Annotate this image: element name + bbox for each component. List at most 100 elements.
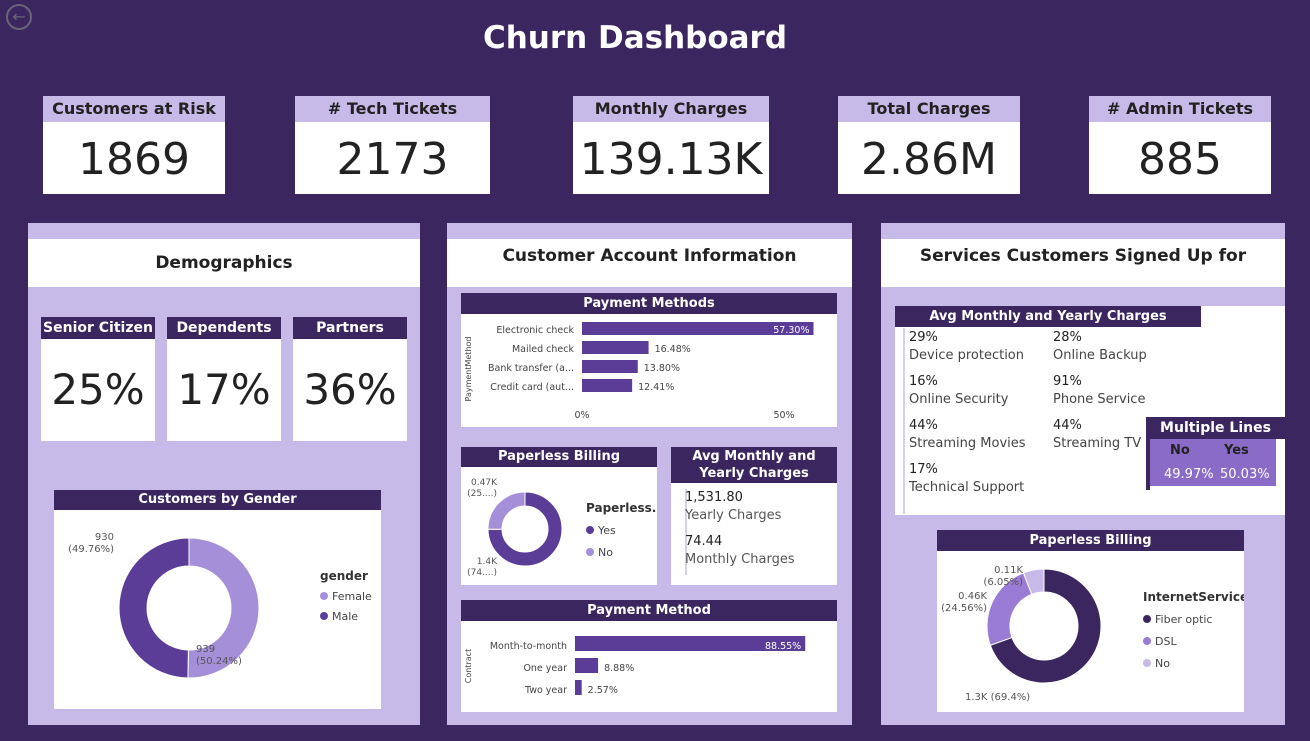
dashboard-title: Churn Dashboard bbox=[482, 20, 788, 56]
partners-card: Partners 36% bbox=[293, 317, 407, 441]
slice-label: 930 (49.76%) bbox=[68, 532, 114, 555]
legend-title: Paperless... bbox=[586, 501, 657, 515]
service-item: 44% Streaming TV bbox=[1053, 417, 1141, 453]
bar-category-label: Electronic check bbox=[496, 325, 574, 336]
service-name: Technical Support bbox=[909, 480, 1025, 495]
service-name: Streaming TV bbox=[1053, 436, 1142, 451]
card-title: Avg Monthly and Yearly Charges bbox=[671, 447, 837, 483]
bar-value-label: 2.57% bbox=[588, 685, 618, 696]
legend-title: gender bbox=[320, 569, 368, 583]
legend-label: Female bbox=[332, 590, 372, 603]
service-name: Phone Service bbox=[1053, 392, 1146, 407]
card-label: Senior Citizen bbox=[41, 317, 155, 339]
service-name: Streaming Movies bbox=[909, 436, 1026, 451]
dependents-card: Dependents 17% bbox=[167, 317, 281, 441]
payment-methods-bar-chart: Electronic check 57.30% Mailed check 16.48%… bbox=[464, 322, 814, 421]
service-pct: 91% bbox=[1053, 374, 1082, 389]
kpi-label: # Tech Tickets bbox=[295, 96, 490, 122]
service-item: 16% Online Security bbox=[909, 373, 1008, 409]
bar-value-label: 13.80% bbox=[644, 363, 680, 374]
bar-category-label: Two year bbox=[524, 685, 567, 696]
legend-label: Yes bbox=[597, 524, 616, 537]
card-label: Partners bbox=[293, 317, 407, 339]
bar-value-label: 88.55% bbox=[765, 641, 801, 652]
kpi-total-charges: Total Charges 2.86M bbox=[838, 96, 1020, 194]
legend-marker bbox=[1143, 615, 1151, 623]
panel-title: Services Customers Signed Up for bbox=[881, 239, 1285, 287]
chart-title: Payment Methods bbox=[461, 293, 837, 314]
service-item: 91% Phone Service bbox=[1053, 373, 1145, 409]
monthly-label: Monthly Charges bbox=[685, 552, 795, 567]
service-item: 44% Streaming Movies bbox=[909, 417, 1026, 453]
service-pct: 28% bbox=[1053, 330, 1082, 345]
table-header: Yes bbox=[1224, 443, 1249, 458]
internet-service-donut-chart: 1.3K (69.4%) 0.46K (24.56%) 0.11K (6.05%) Int… bbox=[941, 565, 1244, 703]
slice-label: 0.47K (25....) bbox=[467, 478, 498, 499]
table-header: No bbox=[1170, 443, 1190, 458]
legend-marker bbox=[1143, 659, 1151, 667]
bar-value-label: 12.41% bbox=[638, 382, 674, 393]
legend-label: No bbox=[1155, 657, 1170, 670]
table-header-row: No Yes bbox=[1150, 439, 1276, 464]
kpi-admin-tickets: # Admin Tickets 885 bbox=[1089, 96, 1271, 194]
services-panel: Services Customers Signed Up for Avg Mon… bbox=[881, 223, 1285, 725]
kpi-value: 2173 bbox=[336, 134, 449, 185]
y-axis-label: Contract bbox=[464, 649, 473, 683]
bar-category-label: Month-to-month bbox=[490, 641, 567, 652]
yearly-value: 1,531.80 bbox=[685, 490, 743, 505]
paperless-billing-card: Paperless Billing 1.4K (74....) 0.47K (25..… bbox=[461, 447, 657, 585]
kpi-value: 139.13K bbox=[579, 134, 763, 185]
service-name: Online Backup bbox=[1053, 348, 1147, 363]
x-tick-label: 0% bbox=[574, 410, 589, 421]
service-name: Device protection bbox=[909, 348, 1025, 363]
internet-service-card: Paperless Billing 1.3K (69.4%) 0.46K (24.5… bbox=[937, 530, 1244, 712]
legend-marker bbox=[320, 592, 328, 600]
card-value: 36% bbox=[303, 365, 397, 414]
kpi-label: Customers at Risk bbox=[43, 96, 225, 122]
card-value: 25% bbox=[51, 365, 145, 414]
service-name: Online Security bbox=[909, 392, 1009, 407]
contract-bar-chart: Month-to-month 88.55% One year 8.88% Two yea… bbox=[464, 636, 806, 696]
service-pct: 44% bbox=[1053, 418, 1082, 433]
kpi-label: Monthly Charges bbox=[573, 96, 769, 122]
bar bbox=[575, 680, 582, 695]
table-title: Multiple Lines bbox=[1146, 417, 1285, 439]
table-row: 49.97% 50.03% bbox=[1150, 464, 1276, 486]
gender-donut-chart: 939 (50.24%)930 (49.76%)genderFemaleMale bbox=[68, 532, 372, 679]
chart-title: Paperless Billing bbox=[937, 530, 1244, 551]
divider bbox=[903, 328, 905, 514]
contract-card: Payment Method Month-to-month 88.55% One y… bbox=[461, 600, 837, 712]
legend-marker bbox=[1143, 637, 1151, 645]
bar bbox=[582, 341, 649, 354]
kpi-label: # Admin Tickets bbox=[1089, 96, 1271, 122]
legend-label: DSL bbox=[1155, 635, 1177, 648]
senior-citizen-card: Senior Citizen 25% bbox=[41, 317, 155, 441]
account-avg-charges-card: Avg Monthly and Yearly Charges 1,531.80 … bbox=[671, 447, 837, 585]
legend-marker bbox=[586, 548, 594, 556]
legend-label: Male bbox=[332, 610, 358, 623]
kpi-value: 2.86M bbox=[861, 134, 997, 185]
bar-category-label: Bank transfer (a... bbox=[488, 363, 574, 374]
legend-label: Fiber optic bbox=[1155, 613, 1212, 626]
slice-label: 0.11K (6.05%) bbox=[983, 565, 1023, 588]
slice-label: 1.3K (69.4%) bbox=[965, 692, 1030, 703]
gender-chart-card: Customers by Gender 939 (50.24%) 930 (49.76… bbox=[54, 490, 381, 709]
x-tick-label: 50% bbox=[773, 410, 794, 421]
monthly-value: 74.44 bbox=[685, 534, 723, 549]
slice-label: 0.46K (24.56%) bbox=[941, 591, 987, 614]
card-value: 17% bbox=[177, 365, 271, 414]
legend-label: No bbox=[598, 546, 613, 559]
kpi-value: 1869 bbox=[78, 134, 190, 185]
bar-value-label: 16.48% bbox=[655, 344, 691, 355]
card-title: Avg Monthly and Yearly Charges bbox=[895, 306, 1201, 327]
bar-value-label: 8.88% bbox=[604, 663, 634, 674]
chart-title: Payment Method bbox=[461, 600, 837, 621]
bar bbox=[575, 658, 599, 673]
panel-title: Customer Account Information bbox=[447, 239, 852, 287]
slice-label: 1.4K (74....) bbox=[467, 557, 498, 578]
chart-title: Customers by Gender bbox=[54, 490, 381, 510]
kpi-value: 885 bbox=[1138, 134, 1222, 185]
card-label: Dependents bbox=[167, 317, 281, 339]
bar bbox=[582, 360, 638, 373]
service-pct: 29% bbox=[909, 330, 938, 345]
